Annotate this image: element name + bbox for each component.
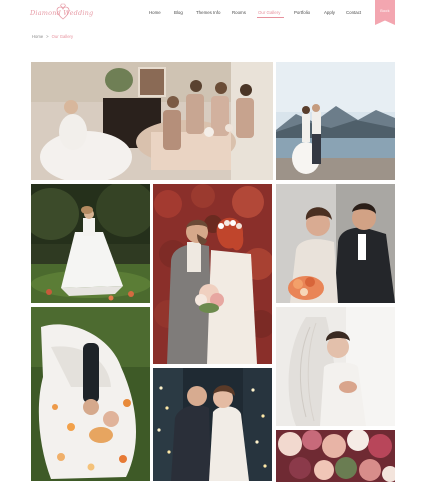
nav-item-gallery[interactable]: Our Gallery [258, 10, 280, 15]
nav-item-contact[interactable]: Contact [346, 10, 361, 15]
gallery-photo-red-ivy-couple[interactable] [153, 184, 272, 364]
nav-item-portfolio[interactable]: Portfolio [294, 10, 310, 15]
gallery-photo-garden-twirl[interactable] [31, 184, 150, 303]
gallery-photo-bouquet[interactable] [276, 430, 395, 482]
brand-logo[interactable]: Diamond Wedding [30, 3, 96, 23]
breadcrumb: Home > Our Gallery [32, 34, 73, 39]
breadcrumb-separator: > [46, 34, 49, 39]
active-nav-underline [257, 17, 284, 18]
breadcrumb-current: Our Gallery [51, 34, 74, 39]
nav-item-apply[interactable]: Apply [324, 10, 335, 15]
book-ribbon-label: Book [380, 9, 390, 13]
nav-item-rooms[interactable]: Rooms [232, 10, 246, 15]
nav-item-home[interactable]: Home [149, 10, 161, 15]
site-header: Diamond Wedding Home Blog Themes Info Ro… [0, 0, 426, 28]
gallery-photo-lake-couple[interactable] [276, 62, 395, 180]
gallery-photo-couple-portrait[interactable] [276, 184, 395, 303]
book-ribbon-button[interactable]: Book [375, 0, 395, 25]
nav-item-blog[interactable]: Blog [174, 10, 183, 15]
gallery-photo-string-lights[interactable] [153, 368, 272, 481]
nav-item-themes[interactable]: Themes Info [196, 10, 220, 15]
gallery-photo-bridesmaids[interactable] [31, 62, 273, 180]
diamond-heart-icon [56, 3, 70, 20]
gallery-photo-couple-on-grass[interactable] [31, 307, 150, 481]
gallery-photo-lace-veil[interactable] [276, 307, 395, 426]
breadcrumb-home[interactable]: Home [32, 34, 43, 39]
